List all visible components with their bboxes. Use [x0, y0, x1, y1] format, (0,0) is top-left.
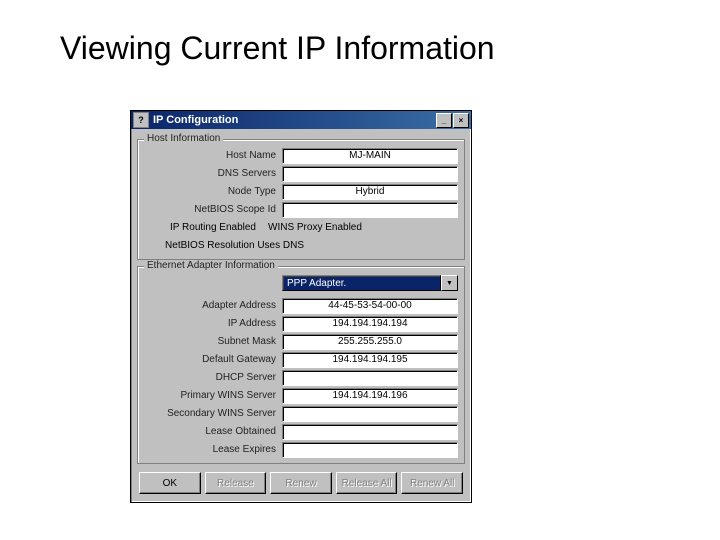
adapter-group-legend: Ethernet Adapter Information [144, 260, 278, 271]
ipconfig-window: ? IP Configuration _ × Host Information … [130, 110, 472, 503]
host-information-group: Host Information Host Name MJ-MAIN DNS S… [137, 139, 465, 260]
dns-servers-field[interactable] [282, 166, 458, 182]
lease-obtained-label: Lease Obtained [144, 426, 282, 437]
primary-wins-field[interactable]: 194.194.194.196 [282, 388, 458, 404]
adapter-information-group: Ethernet Adapter Information PPP Adapter… [137, 266, 465, 464]
adapter-select-value: PPP Adapter. [282, 275, 441, 291]
minimize-button[interactable]: _ [436, 113, 452, 128]
window-title: IP Configuration [153, 114, 238, 126]
dhcp-server-field[interactable] [282, 370, 458, 386]
node-type-field[interactable]: Hybrid [282, 184, 458, 200]
ip-address-label: IP Address [144, 318, 282, 329]
button-bar: OK Release Renew Release All Renew All [137, 472, 465, 496]
node-type-label: Node Type [144, 186, 282, 197]
subnet-mask-label: Subnet Mask [144, 336, 282, 347]
secondary-wins-label: Secondary WINS Server [144, 408, 282, 419]
adapter-address-field[interactable]: 44-45-53-54-00-00 [282, 298, 458, 314]
default-gateway-field[interactable]: 194.194.194.195 [282, 352, 458, 368]
client-area: Host Information Host Name MJ-MAIN DNS S… [131, 129, 471, 502]
host-name-field[interactable]: MJ-MAIN [282, 148, 458, 164]
lease-expires-field[interactable] [282, 442, 458, 458]
lease-obtained-field[interactable] [282, 424, 458, 440]
adapter-select[interactable]: PPP Adapter. ▼ [282, 275, 458, 291]
ip-address-field[interactable]: 194.194.194.194 [282, 316, 458, 332]
netbios-dns-label: NetBIOS Resolution Uses DNS [144, 240, 308, 251]
lease-expires-label: Lease Expires [144, 444, 282, 455]
host-group-legend: Host Information [144, 133, 223, 144]
close-button[interactable]: × [453, 113, 469, 128]
ip-routing-label: IP Routing Enabled [144, 222, 260, 233]
chevron-down-icon[interactable]: ▼ [441, 275, 458, 291]
dhcp-server-label: DHCP Server [144, 372, 282, 383]
netbios-scope-label: NetBIOS Scope Id [144, 204, 282, 215]
ok-button[interactable]: OK [139, 472, 201, 494]
netbios-scope-field[interactable] [282, 202, 458, 218]
titlebar[interactable]: ? IP Configuration _ × [131, 111, 471, 129]
renew-all-button[interactable]: Renew All [401, 472, 463, 494]
slide-title: Viewing Current IP Information [60, 30, 495, 67]
dns-servers-label: DNS Servers [144, 168, 282, 179]
primary-wins-label: Primary WINS Server [144, 390, 282, 401]
renew-button[interactable]: Renew [270, 472, 332, 494]
subnet-mask-field[interactable]: 255.255.255.0 [282, 334, 458, 350]
wins-proxy-label: WINS Proxy Enabled [260, 222, 458, 233]
adapter-address-label: Adapter Address [144, 300, 282, 311]
release-button[interactable]: Release [205, 472, 267, 494]
default-gateway-label: Default Gateway [144, 354, 282, 365]
secondary-wins-field[interactable] [282, 406, 458, 422]
app-icon: ? [133, 112, 149, 128]
host-name-label: Host Name [144, 150, 282, 161]
release-all-button[interactable]: Release All [336, 472, 398, 494]
